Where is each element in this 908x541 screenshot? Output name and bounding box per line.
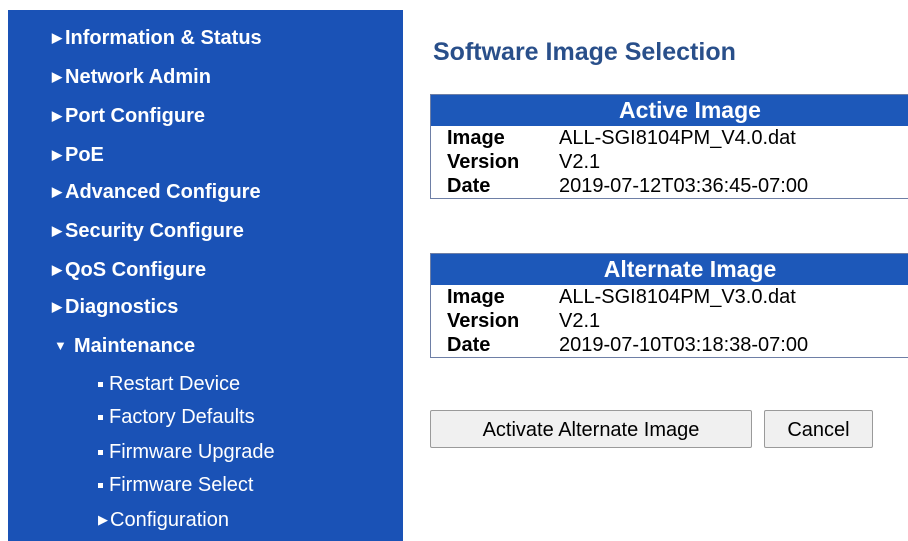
sidebar-item-label: Maintenance (74, 335, 196, 357)
sidebar-item-label: Network Admin (65, 66, 211, 88)
image-value: ALL-SGI8104PM_V4.0.dat (559, 127, 796, 149)
sidebar-subitem-factory-defaults[interactable]: Factory Defaults (98, 405, 255, 429)
sidebar-item-label: Advanced Configure (65, 181, 261, 203)
sidebar-item-label: QoS Configure (65, 259, 207, 281)
sidebar-item-poe[interactable]: ▶ PoE (52, 143, 104, 167)
sidebar: ▶ Information & Status ▶ Network Admin ▶ Po… (8, 10, 403, 541)
version-value: V2.1 (559, 310, 601, 332)
sidebar-subitem-restart-device[interactable]: Restart Device (98, 372, 240, 396)
sidebar-item-information-status[interactable]: ▶ Information & Status (52, 26, 262, 50)
alternate-date-row: Date 2019-07-10T03:18:38-07:00 (431, 333, 908, 357)
active-image-row: Image ALL-SGI8104PM_V4.0.dat (431, 126, 908, 150)
caret-right-icon: ▶ (52, 299, 62, 314)
active-version-row: Version V2.1 (431, 150, 908, 174)
alternate-image-heading: Alternate Image (431, 254, 908, 285)
bullet-icon (98, 473, 109, 484)
sidebar-subitem-label: Restart Device (109, 373, 241, 395)
sidebar-subitem-label: Configuration (110, 509, 229, 531)
caret-right-icon: ▶ (52, 30, 62, 45)
sidebar-item-port-configure[interactable]: ▶ Port Configure (52, 104, 205, 128)
version-label: Version (447, 151, 520, 173)
cancel-button[interactable]: Cancel (764, 410, 873, 448)
bullet-icon (98, 440, 109, 451)
caret-down-icon: ▼ (54, 338, 67, 353)
sidebar-item-label: Port Configure (65, 105, 205, 127)
sidebar-item-qos-configure[interactable]: ▶ QoS Configure (52, 258, 206, 282)
active-date-row: Date 2019-07-12T03:36:45-07:00 (431, 174, 908, 198)
bullet-icon (98, 405, 109, 416)
caret-right-icon: ▶ (52, 184, 62, 199)
sidebar-item-label: Diagnostics (65, 296, 179, 318)
sidebar-subitem-configuration[interactable]: ▶ Configuration (98, 508, 229, 532)
page-title: Software Image Selection (433, 38, 736, 66)
caret-right-icon: ▶ (52, 223, 62, 238)
version-value: V2.1 (559, 151, 601, 173)
sidebar-subitem-label: Factory Defaults (109, 406, 255, 428)
alternate-version-row: Version V2.1 (431, 309, 908, 333)
alternate-image-table: Alternate Image Image ALL-SGI8104PM_V3.0… (430, 253, 908, 358)
caret-right-icon: ▶ (98, 512, 108, 527)
caret-right-icon: ▶ (52, 108, 62, 123)
image-label: Image (447, 286, 505, 308)
bullet-icon (98, 372, 109, 383)
sidebar-subitem-label: Firmware Select (109, 474, 254, 496)
sidebar-item-label: PoE (65, 144, 104, 166)
caret-right-icon: ▶ (52, 147, 62, 162)
sidebar-item-security-configure[interactable]: ▶ Security Configure (52, 219, 244, 243)
caret-right-icon: ▶ (52, 262, 62, 277)
sidebar-subitem-label: Firmware Upgrade (109, 441, 275, 463)
date-value: 2019-07-12T03:36:45-07:00 (559, 175, 809, 197)
date-value: 2019-07-10T03:18:38-07:00 (559, 334, 809, 356)
sidebar-subitem-firmware-select[interactable]: Firmware Select (98, 473, 253, 497)
caret-right-icon: ▶ (52, 69, 62, 84)
sidebar-item-label: Information & Status (65, 27, 262, 49)
sidebar-item-label: Security Configure (65, 220, 244, 242)
sidebar-item-maintenance[interactable]: ▼ Maintenance (54, 334, 195, 358)
date-label: Date (447, 175, 491, 197)
sidebar-item-advanced-configure[interactable]: ▶ Advanced Configure (52, 180, 261, 204)
image-label: Image (447, 127, 505, 149)
alternate-image-row: Image ALL-SGI8104PM_V3.0.dat (431, 285, 908, 309)
version-label: Version (447, 310, 520, 332)
sidebar-item-network-admin[interactable]: ▶ Network Admin (52, 65, 211, 89)
active-image-table: Active Image Image ALL-SGI8104PM_V4.0.da… (430, 94, 908, 199)
active-image-heading: Active Image (431, 95, 908, 126)
sidebar-subitem-firmware-upgrade[interactable]: Firmware Upgrade (98, 440, 275, 464)
main-content: Software Image Selection Active Image Im… (430, 0, 908, 541)
date-label: Date (447, 334, 491, 356)
activate-alternate-image-button[interactable]: Activate Alternate Image (430, 410, 752, 448)
sidebar-item-diagnostics[interactable]: ▶ Diagnostics (52, 295, 178, 319)
image-value: ALL-SGI8104PM_V3.0.dat (559, 286, 796, 308)
